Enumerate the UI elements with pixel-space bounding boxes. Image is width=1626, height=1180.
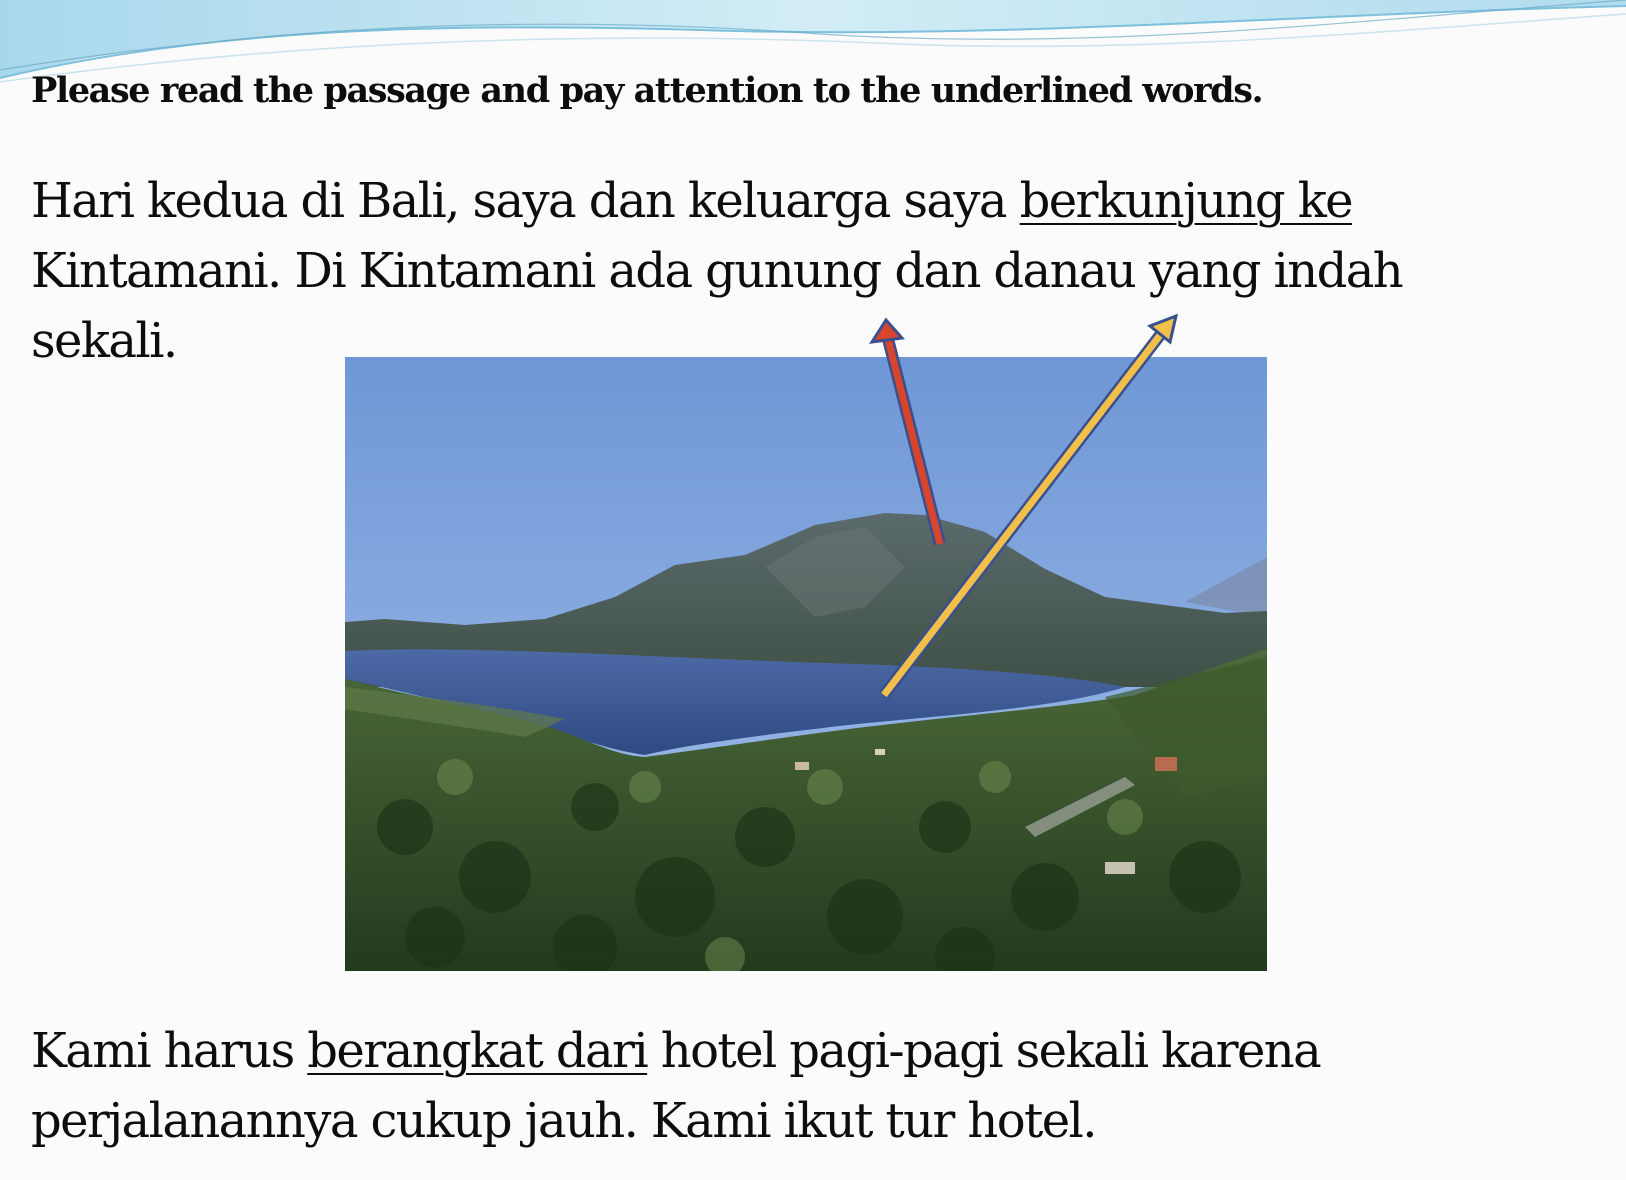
p2-line1-rest: hotel pagi-pagi sekali karena [647, 1023, 1322, 1079]
p2-line2-text: perjalanannya cukup jauh. Kami ikut tur … [31, 1093, 1098, 1149]
p2-line1-text: Kami harus [31, 1023, 308, 1079]
underlined-word-berangkat-dari: berangkat dari [307, 1023, 648, 1079]
arrows-overlay [869, 313, 1179, 699]
red-arrow [869, 317, 946, 546]
slide: Please read the passage and pay attentio… [0, 0, 1626, 1180]
passage-paragraph-2: Kami harus berangkat dari hotel pagi-pag… [31, 1016, 1322, 1156]
